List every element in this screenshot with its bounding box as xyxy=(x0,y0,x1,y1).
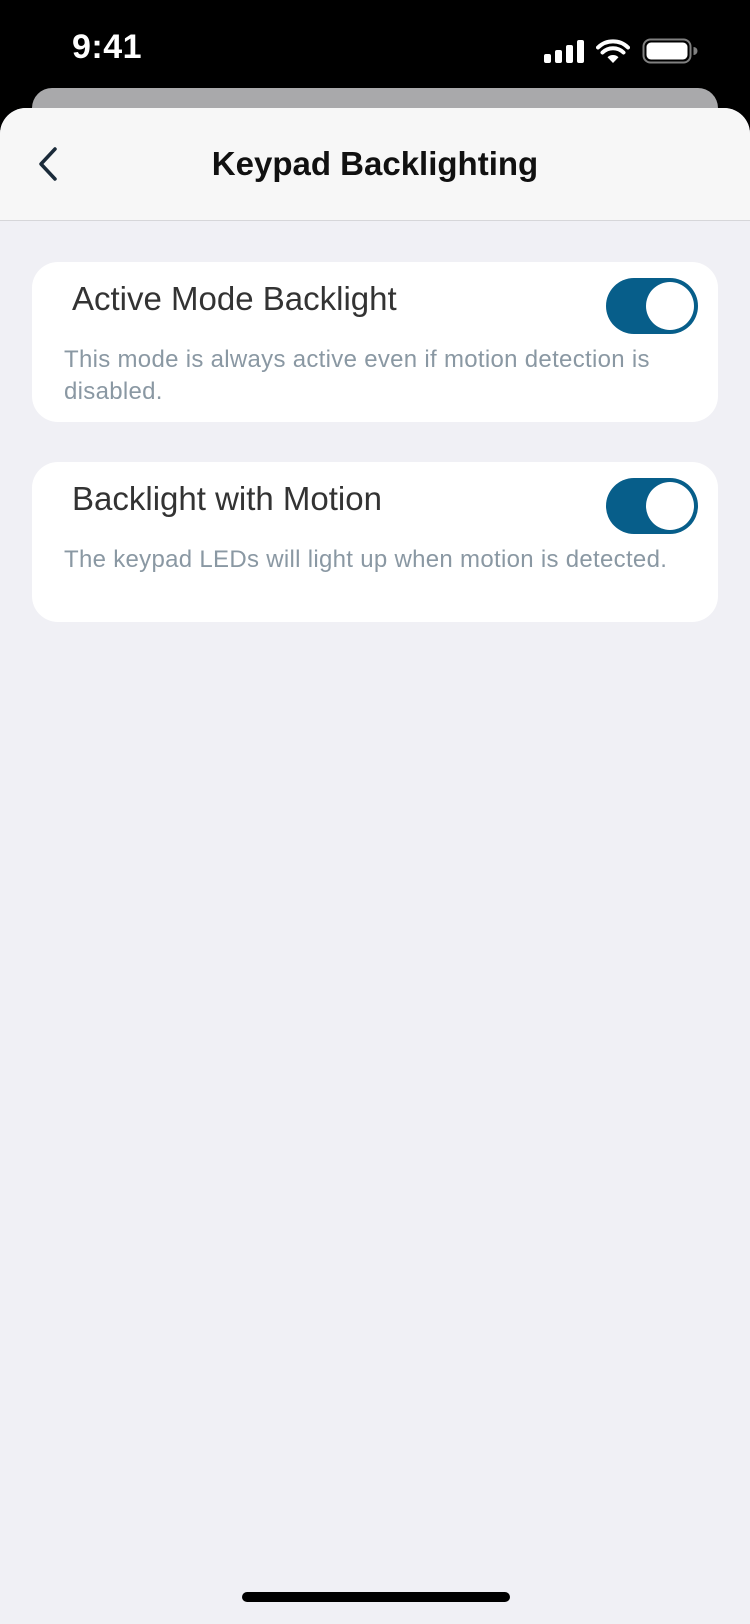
setting-card-active-mode: Active Mode Backlight This mode is alway… xyxy=(32,262,718,422)
status-time: 9:41 xyxy=(72,28,143,66)
modal-sheet: Keypad Backlighting Active Mode Backligh… xyxy=(0,108,750,1624)
battery-icon xyxy=(642,38,698,64)
backlight-with-motion-toggle[interactable] xyxy=(606,478,698,534)
wifi-icon xyxy=(596,39,630,63)
setting-card-motion: Backlight with Motion The keypad LEDs wi… xyxy=(32,462,718,622)
status-bar: 9:41 xyxy=(0,0,750,100)
cellular-signal-icon xyxy=(544,39,584,63)
back-button[interactable] xyxy=(18,134,78,194)
status-icons xyxy=(544,36,698,66)
setting-description: This mode is always active even if motio… xyxy=(64,346,650,405)
chevron-left-icon xyxy=(39,147,57,181)
toggle-knob xyxy=(646,482,694,530)
toggle-knob xyxy=(646,282,694,330)
setting-description: The keypad LEDs will light up when motio… xyxy=(64,546,668,573)
setting-title: Backlight with Motion xyxy=(72,480,382,517)
home-indicator xyxy=(242,1592,510,1602)
setting-title: Active Mode Backlight xyxy=(72,280,397,317)
navigation-bar: Keypad Backlighting xyxy=(0,108,750,221)
active-mode-backlight-toggle[interactable] xyxy=(606,278,698,334)
page-title: Keypad Backlighting xyxy=(211,145,539,182)
